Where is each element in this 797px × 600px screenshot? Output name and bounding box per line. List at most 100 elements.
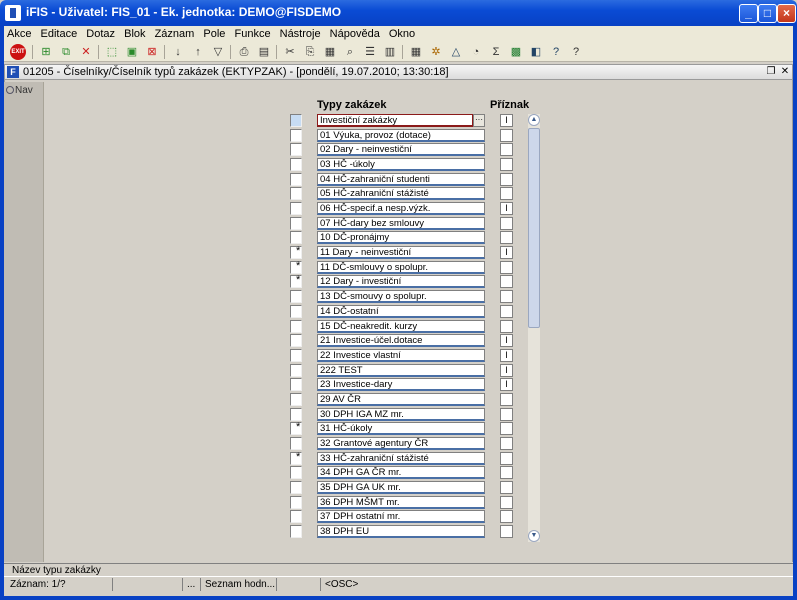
flag-field[interactable]	[500, 436, 513, 450]
record-selector[interactable]	[290, 510, 302, 524]
columns-icon[interactable]: ▥	[382, 44, 398, 60]
record-selector[interactable]	[290, 202, 302, 216]
flag-field[interactable]	[500, 304, 513, 318]
type-field[interactable]: 31 HČ-úkoly	[317, 422, 485, 436]
flag-field[interactable]	[500, 128, 513, 142]
sort-ascending-icon[interactable]: ↓	[170, 44, 186, 60]
record-selector[interactable]	[290, 216, 302, 230]
flag-field[interactable]	[500, 216, 513, 230]
flag-field[interactable]	[500, 143, 513, 157]
record-selector[interactable]	[290, 378, 302, 392]
table-row[interactable]: 23 Investice-dary I	[0, 378, 797, 392]
flag-field[interactable]	[500, 392, 513, 406]
cut-icon[interactable]: ✂	[282, 44, 298, 60]
help-icon[interactable]: ?	[568, 44, 584, 60]
table-row[interactable]: 07 HČ-dary bez smlouvy	[0, 216, 797, 231]
menu-nastroje[interactable]: Nástroje	[277, 26, 324, 42]
record-selector[interactable]	[290, 172, 302, 186]
table-row[interactable]: * 11 Dary - neinvestiční I	[0, 245, 797, 260]
table-row[interactable]: 222 TEST I	[0, 363, 797, 378]
settings-icon[interactable]: ✲	[428, 44, 444, 60]
menu-funkce[interactable]: Funkce	[231, 26, 273, 42]
type-field[interactable]: 29 AV ČR	[317, 392, 485, 406]
table-row[interactable]: 36 DPH MŠMT mr.	[0, 495, 797, 510]
type-field[interactable]: 14 DČ-ostatní	[317, 304, 485, 318]
record-selector[interactable]	[290, 290, 302, 304]
record-selector[interactable]	[290, 466, 302, 480]
flag-field[interactable]	[500, 290, 513, 304]
type-field[interactable]: 30 DPH IGA MZ mr.	[317, 407, 485, 421]
table-row[interactable]: 32 Grantové agentury ČR	[0, 436, 797, 451]
lov-button[interactable]: ···	[473, 114, 485, 127]
flag-field[interactable]	[500, 451, 513, 465]
table-row[interactable]: 22 Investice vlastní I	[0, 348, 797, 363]
flag-field[interactable]: I	[500, 202, 513, 216]
excel-icon[interactable]: ▩	[508, 44, 524, 60]
type-field[interactable]: 36 DPH MŠMT mr.	[317, 495, 485, 509]
sort-descending-icon[interactable]: ↑	[190, 44, 206, 60]
paste-icon[interactable]: ▦	[322, 44, 338, 60]
type-field[interactable]: Investiční zakázky	[317, 114, 473, 127]
type-field[interactable]: 22 Investice vlastní	[317, 348, 485, 362]
export-icon[interactable]: ◧	[528, 44, 544, 60]
record-selector[interactable]	[290, 319, 302, 333]
record-selector[interactable]	[290, 348, 302, 362]
copy-icon[interactable]: ⎘	[302, 44, 318, 60]
flag-field[interactable]: I	[500, 348, 513, 362]
query-cancel-icon[interactable]: ⊠	[144, 44, 160, 60]
type-field[interactable]: 10 DČ-pronájmy	[317, 231, 485, 245]
table-row[interactable]: 29 AV ČR	[0, 392, 797, 407]
table-row[interactable]: 04 HČ-zahraniční studenti	[0, 172, 797, 187]
delete-record-icon[interactable]: ✕	[78, 44, 94, 60]
flag-field[interactable]	[500, 187, 513, 201]
flag-field[interactable]	[500, 525, 513, 539]
table-row[interactable]: 15 DČ-neakredit. kurzy	[0, 319, 797, 334]
type-field[interactable]: 35 DPH GA UK mr.	[317, 481, 485, 494]
menu-dotaz[interactable]: Dotaz	[83, 26, 118, 42]
flag-field[interactable]	[500, 319, 513, 333]
exit-icon[interactable]: EXIT	[10, 44, 26, 60]
type-field[interactable]: 34 DPH GA ČR mr.	[317, 466, 485, 480]
table-row[interactable]: 37 DPH ostatní mr.	[0, 510, 797, 524]
table-row[interactable]: 10 DČ-pronájmy	[0, 231, 797, 245]
record-selector[interactable]	[290, 128, 302, 142]
record-selector[interactable]	[290, 231, 302, 245]
insert-record-icon[interactable]: ⊞	[38, 44, 54, 60]
menu-okno[interactable]: Okno	[386, 26, 418, 42]
type-field[interactable]: 11 Dary - neinvestiční	[317, 246, 485, 260]
table-row[interactable]: * 33 HČ-zahraniční stážisté	[0, 451, 797, 466]
type-field[interactable]: 37 DPH ostatní mr.	[317, 510, 485, 524]
flag-field[interactable]	[500, 407, 513, 421]
window-title-bar[interactable]: iFIS - Uživatel: FIS_01 - Ek. jednotka: …	[0, 0, 797, 26]
record-selector[interactable]	[290, 114, 302, 127]
type-field[interactable]: 12 Dary - investiční	[317, 275, 485, 289]
flag-field[interactable]	[500, 510, 513, 524]
table-row[interactable]: 03 HČ -úkoly	[0, 158, 797, 172]
flag-field[interactable]	[500, 231, 513, 245]
query-enter-icon[interactable]: ⬚	[104, 44, 120, 60]
type-field[interactable]: 15 DČ-neakredit. kurzy	[317, 319, 485, 333]
table-row[interactable]: 34 DPH GA ČR mr.	[0, 466, 797, 480]
flag-field[interactable]	[500, 481, 513, 494]
type-field[interactable]: 222 TEST	[317, 363, 485, 377]
maximize-button[interactable]: □	[758, 4, 777, 23]
flag-field[interactable]: I	[500, 334, 513, 348]
record-selector[interactable]	[290, 143, 302, 157]
clock-icon[interactable]: ◔	[468, 44, 484, 60]
minimize-button[interactable]: _	[739, 4, 758, 23]
help-context-icon[interactable]: ?	[548, 44, 564, 60]
menu-zaznam[interactable]: Záznam	[152, 26, 198, 42]
scroll-up-icon[interactable]: ▲	[528, 114, 540, 126]
table-row[interactable]: * 31 HČ-úkoly	[0, 421, 797, 436]
type-field[interactable]: 38 DPH EU	[317, 525, 485, 539]
record-selector[interactable]	[290, 436, 302, 450]
type-field[interactable]: 21 Investice-účel.dotace	[317, 334, 485, 348]
nav-button[interactable]: Nav	[6, 85, 33, 96]
type-field[interactable]: 02 Dary - neinvestiční	[317, 143, 485, 157]
table-row[interactable]: 06 HČ-specif.a nesp.výzk. I	[0, 202, 797, 216]
record-selector[interactable]	[290, 363, 302, 377]
type-field[interactable]: 13 DČ-smouvy o spolupr.	[317, 290, 485, 304]
form-restore-icon[interactable]: ❐	[765, 65, 777, 79]
flag-field[interactable]	[500, 172, 513, 186]
flag-field[interactable]	[500, 275, 513, 289]
